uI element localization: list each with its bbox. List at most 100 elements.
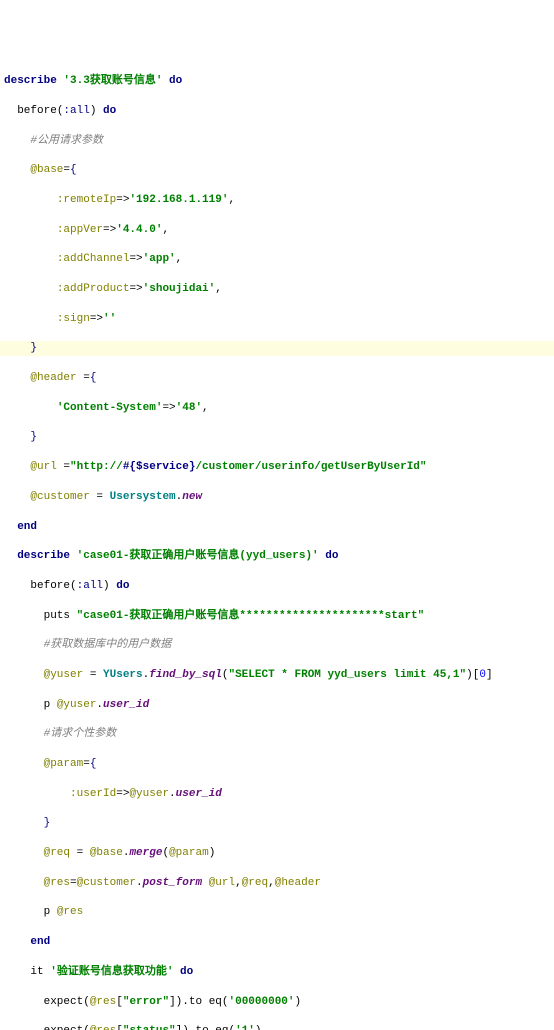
string: 'case01-获取正确用户账号信息(yyd_users)' — [77, 550, 319, 562]
code-line: :appVer=>'4.4.0', — [0, 223, 554, 238]
hash-key: :remoteIp — [57, 194, 116, 206]
code-line: #获取数据库中的用户数据 — [0, 638, 554, 653]
code-line: :remoteIp=>'192.168.1.119', — [0, 193, 554, 208]
ivar: @res — [90, 996, 116, 1008]
code-line: end — [0, 935, 554, 950]
code-line: #公用请求参数 — [0, 134, 554, 149]
code-line: expect(@res["status"]).to eq('1') — [0, 1024, 554, 1030]
string: '1' — [235, 1025, 255, 1030]
string: "SELECT * FROM yyd_users limit 45,1" — [228, 669, 466, 681]
comment: #获取数据库中的用户数据 — [44, 639, 172, 651]
number: 0 — [479, 669, 486, 681]
symbol: :all — [77, 580, 103, 592]
code-line: :sign=>'' — [0, 312, 554, 327]
method: new — [182, 491, 202, 503]
ivar: @header — [30, 372, 76, 384]
code-line: p @yuser.user_id — [0, 698, 554, 713]
class-name: Usersystem — [110, 491, 176, 503]
fn-it: it — [30, 966, 43, 978]
ivar: @param — [169, 847, 209, 859]
ivar: @header — [275, 877, 321, 889]
kw-do: do — [116, 580, 129, 592]
string: "case01-获取正确用户账号信息**********************… — [77, 610, 425, 622]
ivar: @yuser — [44, 669, 84, 681]
hash-key: :userId — [70, 788, 116, 800]
brace-close: } — [44, 817, 51, 829]
ivar: @yuser — [57, 699, 97, 711]
kw-do: do — [325, 550, 338, 562]
hash-key: :sign — [57, 313, 90, 325]
string-interp: #{$service} — [123, 461, 196, 473]
kw-do: do — [169, 75, 182, 87]
ivar: @param — [44, 758, 84, 770]
code-line: end — [0, 520, 554, 535]
brace-close: } — [30, 342, 37, 354]
code-line: :addChannel=>'app', — [0, 252, 554, 267]
field: user_id — [103, 699, 149, 711]
code-line: :userId=>@yuser.user_id — [0, 787, 554, 802]
code-line: @yuser = YUsers.find_by_sql("SELECT * FR… — [0, 668, 554, 683]
string: "http:// — [70, 461, 123, 473]
code-line: @res=@customer.post_form @url,@req,@head… — [0, 876, 554, 891]
ivar: @res — [57, 906, 83, 918]
code-line: @req = @base.merge(@param) — [0, 846, 554, 861]
string: 'app' — [143, 253, 176, 265]
code-line: p @res — [0, 905, 554, 920]
string: "error" — [123, 996, 169, 1008]
code-line: } — [0, 430, 554, 445]
symbol: :all — [63, 105, 89, 117]
code-line: @param={ — [0, 757, 554, 772]
string: /customer/userinfo/getUserByUserId" — [195, 461, 426, 473]
string: '00000000' — [229, 996, 295, 1008]
ivar: @base — [30, 164, 63, 176]
string: "status" — [123, 1025, 176, 1030]
string: '4.4.0' — [116, 224, 162, 236]
string: '' — [103, 313, 116, 325]
code-line: @header ={ — [0, 371, 554, 386]
code-line: puts "case01-获取正确用户账号信息*****************… — [0, 609, 554, 624]
method: merge — [129, 847, 162, 859]
string: '48' — [176, 402, 202, 414]
hash-key: :appVer — [57, 224, 103, 236]
hash-key: :addChannel — [57, 253, 130, 265]
code-line: describe 'case01-获取正确用户账号信息(yyd_users)' … — [0, 549, 554, 564]
fn-before: before — [30, 580, 70, 592]
code-line: @url ="http://#{$service}/customer/useri… — [0, 460, 554, 475]
code-line: expect(@res["error"]).to eq('00000000') — [0, 995, 554, 1010]
string: '验证账号信息获取功能' — [50, 966, 173, 978]
code-line: before(:all) do — [0, 579, 554, 594]
ivar: @req — [44, 847, 70, 859]
code-line: before(:all) do — [0, 104, 554, 119]
string: 'Content-System' — [57, 402, 163, 414]
code-view: describe '3.3获取账号信息' do before(:all) do … — [0, 59, 554, 1030]
ivar: @res — [90, 1025, 116, 1030]
field: user_id — [176, 788, 222, 800]
kw-describe: describe — [4, 75, 57, 87]
kw-describe: describe — [17, 550, 70, 562]
code-line: #请求个性参数 — [0, 727, 554, 742]
string: 'shoujidai' — [143, 283, 216, 295]
method: post_form — [143, 877, 202, 889]
ivar: @url — [30, 461, 56, 473]
ivar: @url — [209, 877, 235, 889]
code-line: describe '3.3获取账号信息' do — [0, 74, 554, 89]
string: '3.3获取账号信息' — [63, 75, 162, 87]
kw-do: do — [180, 966, 193, 978]
code-line-highlighted: } — [0, 341, 554, 356]
code-line: it '验证账号信息获取功能' do — [0, 965, 554, 980]
ivar: @yuser — [129, 788, 169, 800]
comment: #公用请求参数 — [30, 135, 103, 147]
ivar: @base — [90, 847, 123, 859]
comment: #请求个性参数 — [44, 728, 117, 740]
ivar: @customer — [77, 877, 136, 889]
fn-before: before — [17, 105, 57, 117]
code-line: :addProduct=>'shoujidai', — [0, 282, 554, 297]
string: '192.168.1.119' — [129, 194, 228, 206]
ivar: @req — [242, 877, 268, 889]
brace-close: } — [30, 431, 37, 443]
code-line: @base={ — [0, 163, 554, 178]
code-line: @customer = Usersystem.new — [0, 490, 554, 505]
hash-key: :addProduct — [57, 283, 130, 295]
method: find_by_sql — [149, 669, 222, 681]
kw-end: end — [17, 521, 37, 533]
